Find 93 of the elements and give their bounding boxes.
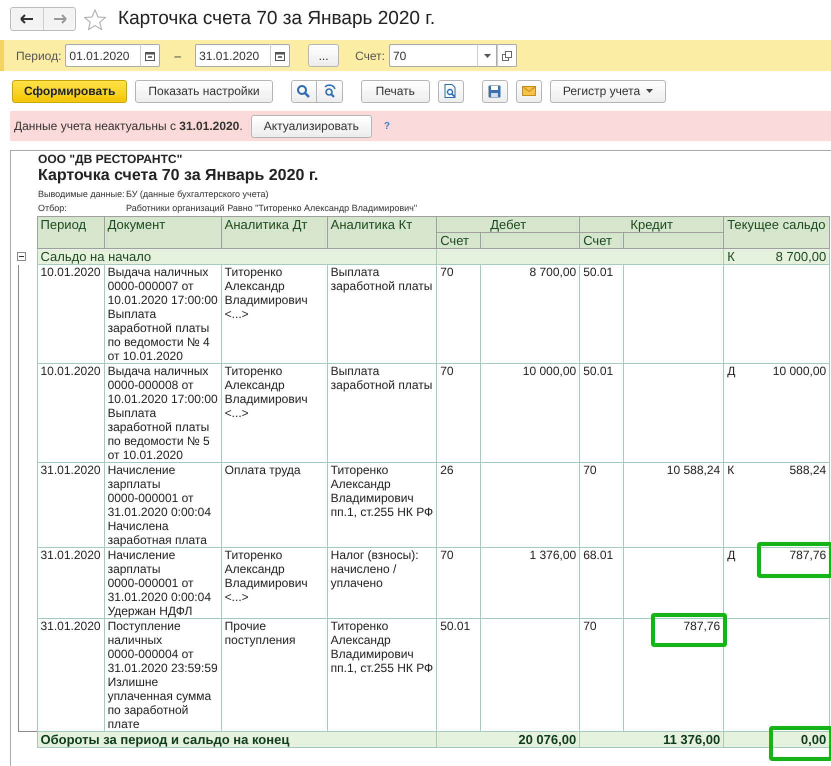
table-cell: Выдача наличных 0000-000007 от 10.01.2020 17:00:00 Выплата заработной платы по ведомости № 4 от 10.01.2020 xyxy=(104,264,222,364)
table-cell: Выплата заработной платы xyxy=(327,264,437,364)
dropdown-button[interactable] xyxy=(477,44,497,67)
table-cell: 787,76 xyxy=(651,613,728,647)
table-cell: 26 xyxy=(436,462,481,548)
period-select-button[interactable]: ... xyxy=(308,44,340,67)
table-cell: 50.01 xyxy=(580,264,624,364)
forward-arrow-icon xyxy=(52,14,66,24)
date-from-field[interactable]: 01.01.2020 xyxy=(65,44,140,67)
dash-separator: – xyxy=(174,48,182,62)
table-cell: Выдача наличных 0000-000008 от 10.01.2020 17:00:00 Выплата заработной платы по ведомости № 5 от 10.01.2020 xyxy=(104,364,222,462)
email-button[interactable] xyxy=(516,80,542,102)
period-label: Период: xyxy=(16,48,62,62)
balance-amount: 787,76 xyxy=(757,542,831,578)
table-cell: 20 076,00 xyxy=(436,732,580,748)
table-cell: 31.01.2020 xyxy=(37,462,104,548)
balance-amount: 8 700,00 xyxy=(776,249,826,264)
star-icon[interactable] xyxy=(84,8,106,30)
account-field[interactable]: 70 xyxy=(389,44,477,67)
table-cell: 70 xyxy=(436,548,481,618)
parameter-value: БУ (данные бухгалтерского учета) xyxy=(126,188,270,201)
table-cell: Титоренко Александр Владимирович <...> xyxy=(221,548,328,618)
report-title: Карточка счета 70 за Январь 2020 г. xyxy=(38,166,320,185)
search-icon xyxy=(297,84,310,98)
parameter-label: Отбор: xyxy=(38,202,68,215)
refresh-search-icon xyxy=(322,84,336,98)
column-header: Текущее сальдо xyxy=(724,216,830,248)
table-cell: Обороты за период и сальдо на конец xyxy=(37,732,437,748)
calendar-icon xyxy=(275,50,286,60)
balance-side: Д xyxy=(727,548,736,562)
balance-side: К xyxy=(727,249,735,264)
column-header: Счет xyxy=(436,232,481,248)
settings-button[interactable]: Показать настройки xyxy=(135,80,273,102)
table-cell: 1 376,00 xyxy=(480,548,580,618)
table-cell: 10.01.2020 xyxy=(37,364,104,462)
back-arrow-icon xyxy=(20,14,34,24)
column-header: Кредит xyxy=(580,216,724,232)
column-header: Аналитика Дт xyxy=(221,216,328,248)
open-icon xyxy=(502,50,512,60)
balance-side: Д xyxy=(727,364,736,378)
table-cell: 10.01.2020 xyxy=(37,264,104,364)
account-label: Счет: xyxy=(355,48,385,62)
table-cell: 70 xyxy=(436,264,481,364)
date-to-field[interactable]: 31.01.2020 xyxy=(195,44,270,67)
table-cell: Титоренко Александр Владимирович <...> xyxy=(221,264,328,364)
table-cell: 8 700,00 xyxy=(480,264,580,364)
table-cell: Налог (взносы): начислено / уплачено xyxy=(327,548,437,618)
table-cell: Выплата заработной платы xyxy=(327,364,437,462)
table-cell: Титоренко Александр Владимирович <...> xyxy=(221,364,328,462)
refresh-data-button[interactable]: Актуализировать xyxy=(250,114,372,138)
register-button[interactable]: Регистр учета xyxy=(550,80,666,102)
save-button[interactable] xyxy=(482,80,508,102)
table-cell: 70 xyxy=(580,462,624,548)
collapse-icon[interactable] xyxy=(17,252,26,260)
print-button[interactable]: Печать xyxy=(360,80,430,102)
calendar-button[interactable] xyxy=(140,44,160,67)
table-cell: Сальдо на начало xyxy=(37,248,437,264)
search-button[interactable] xyxy=(290,80,317,102)
table-cell: 10 000,00 xyxy=(480,364,580,462)
balance-amount: 10 000,00 xyxy=(772,364,826,378)
table-cell: Оплата труда xyxy=(221,462,328,548)
window-title: Карточка счета 70 за Январь 2020 г. xyxy=(118,8,436,30)
column-header: Документ xyxy=(104,216,222,248)
table-cell: 50.01 xyxy=(580,364,624,462)
column-header: Период xyxy=(37,216,104,248)
organization-name: ООО "ДВ РЕСТОРАНТС" xyxy=(38,152,184,166)
table-cell: 70 xyxy=(436,364,481,462)
table-cell: Титоренко Александр Владимирович пп.1, ст.255 НК РФ xyxy=(327,462,437,548)
calendar-button[interactable] xyxy=(270,44,290,67)
parameter-label: Выводимые данные: xyxy=(38,188,126,201)
balance-amount: 588,24 xyxy=(789,463,826,477)
open-button[interactable] xyxy=(497,44,517,67)
calendar-icon xyxy=(145,50,156,60)
caret-icon xyxy=(646,89,654,93)
table-cell: Начисление зарплаты 0000-000001 от 31.01.2020 0:00:04 Начислена заработная плата xyxy=(104,462,222,548)
column-header: Счет xyxy=(580,232,624,248)
search-refresh-button[interactable] xyxy=(316,80,343,102)
table-cell: 31.01.2020 xyxy=(37,548,104,618)
generate-button[interactable]: Сформировать xyxy=(12,80,128,102)
preview-button[interactable] xyxy=(438,80,464,102)
table-cell: 0,00 xyxy=(768,726,831,761)
table-cell: Начисление зарплаты 0000-000001 от 31.01.2020 0:00:04 Удержан НДФЛ xyxy=(104,548,222,618)
table-cell: 68.01 xyxy=(580,548,624,618)
warning-message: Данные учета неактуальны с 31.01.2020. xyxy=(14,119,243,133)
column-header: Дебет xyxy=(436,216,580,232)
page-search-icon xyxy=(444,84,458,98)
balance-side: К xyxy=(727,463,734,477)
table-cell: 11 376,00 xyxy=(580,732,724,748)
table-cell: 10 588,24 xyxy=(666,463,720,477)
column-header: Аналитика Кт xyxy=(327,216,437,248)
parameter-value: Работники организаций Равно "Титоренко Александр Владимирович" xyxy=(126,202,418,215)
caret-icon xyxy=(484,54,490,58)
envelope-icon xyxy=(522,86,536,96)
